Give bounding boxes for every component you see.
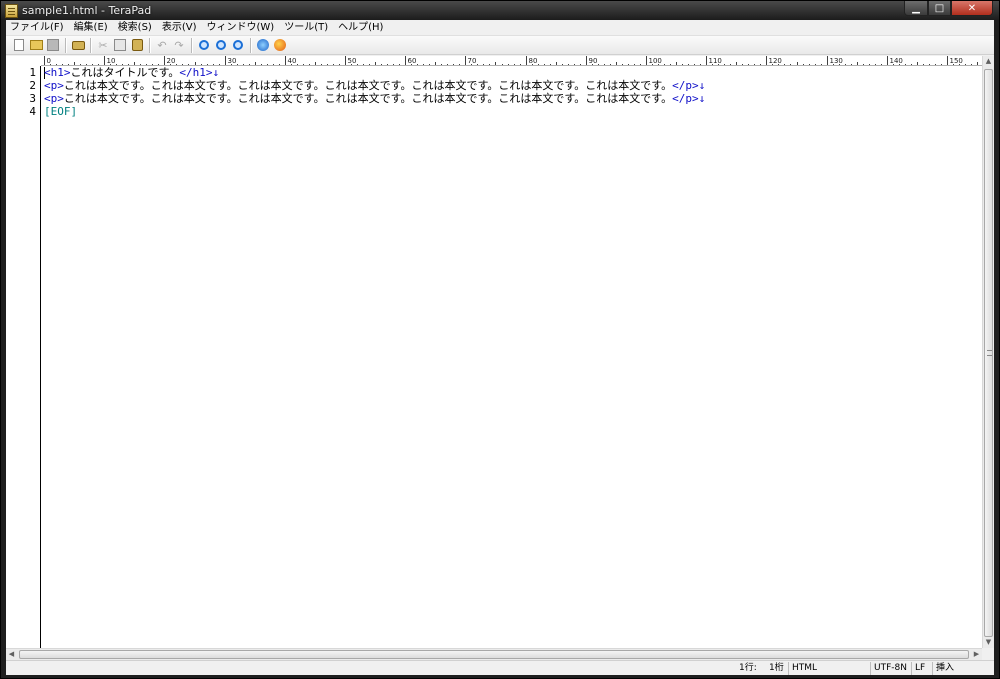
- html-tag: <p>: [44, 79, 64, 92]
- ie-browser-icon[interactable]: [255, 37, 271, 53]
- line-number: 1: [29, 66, 36, 79]
- ruler-label: 100: [649, 57, 662, 65]
- toolbar-separator: [191, 37, 192, 53]
- ruler-label: 10: [107, 57, 116, 65]
- ruler-label: 70: [468, 57, 477, 65]
- text-area[interactable]: <h1>これはタイトルです。</h1>↓ <p>これは本文です。これは本文です。…: [44, 66, 982, 648]
- menu-help[interactable]: ヘルプ(H): [333, 20, 388, 36]
- close-button[interactable]: ✕: [951, 1, 993, 16]
- newline-mark: ↓: [698, 92, 706, 105]
- client-area: ファイル(F) 編集(E) 検索(S) 表示(V) ウィンドウ(W) ツール(T…: [6, 20, 994, 675]
- status-bar: 1行: 1桁 HTML UTF-8N LF 挿入: [6, 660, 994, 675]
- scroll-down-arrow-icon[interactable]: ▼: [983, 637, 994, 648]
- horizontal-scroll-thumb[interactable]: [19, 650, 969, 659]
- ruler-label: 40: [288, 57, 297, 65]
- redo-icon[interactable]: ↷: [171, 37, 187, 53]
- status-encoding: UTF-8N: [870, 662, 907, 675]
- paste-icon[interactable]: [129, 37, 145, 53]
- scroll-up-arrow-icon[interactable]: ▲: [983, 56, 994, 67]
- vertical-scrollbar[interactable]: ▲ ▼: [982, 56, 994, 648]
- ruler-label: 150: [950, 57, 963, 65]
- window-controls: ▁ □ ✕: [904, 1, 993, 16]
- ruler-label: 80: [529, 57, 538, 65]
- code-line[interactable]: <p>これは本文です。これは本文です。これは本文です。これは本文です。これは本文…: [44, 92, 705, 105]
- ruler-ticks: 0 10 20 30 40 50 60 70 80 90 100 110 120 130 140 150: [44, 56, 978, 65]
- code-line[interactable]: <h1>これはタイトルです。</h1>↓: [44, 66, 219, 79]
- html-tag: <p>: [44, 92, 64, 105]
- menu-view[interactable]: 表示(V): [157, 20, 202, 36]
- toolbar-separator: [149, 37, 150, 53]
- column-ruler: 0 10 20 30 40 50 60 70 80 90 100 110 120 130 140 150: [41, 56, 982, 66]
- status-insert-mode: 挿入: [932, 662, 954, 675]
- toolbar: ✂ ↶ ↷: [6, 36, 994, 55]
- scroll-left-arrow-icon[interactable]: ◀: [6, 649, 17, 660]
- horizontal-scrollbar[interactable]: ◀ ▶: [6, 648, 982, 660]
- cut-icon[interactable]: ✂: [95, 37, 111, 53]
- copy-icon[interactable]: [112, 37, 128, 53]
- toolbar-separator: [250, 37, 251, 53]
- terapad-window: sample1.html - TeraPad ▁ □ ✕ ファイル(F) 編集(…: [0, 0, 1000, 679]
- save-icon[interactable]: [45, 37, 61, 53]
- ruler-label: 20: [167, 57, 176, 65]
- find-prev-icon[interactable]: [230, 37, 246, 53]
- toolbar-separator: [90, 37, 91, 53]
- menu-search[interactable]: 検索(S): [113, 20, 157, 36]
- html-tag: </h1>: [179, 66, 213, 79]
- ruler-label: 110: [709, 57, 722, 65]
- editor-pane[interactable]: 0 10 20 30 40 50 60 70 80 90 100 110 120 130 140 150 1 …: [6, 56, 994, 660]
- find-icon[interactable]: [196, 37, 212, 53]
- undo-icon[interactable]: ↶: [154, 37, 170, 53]
- minimize-button[interactable]: ▁: [904, 1, 928, 16]
- ruler-label: 0: [47, 57, 51, 65]
- ruler-label: 140: [890, 57, 903, 65]
- scrollbar-corner: [982, 648, 994, 660]
- status-line: 1行:: [739, 663, 757, 673]
- title-bar[interactable]: sample1.html - TeraPad ▁ □ ✕: [1, 1, 999, 20]
- line-text: これはタイトルです。: [70, 66, 180, 79]
- code-line[interactable]: <p>これは本文です。これは本文です。これは本文です。これは本文です。これは本文…: [44, 79, 705, 92]
- eof-marker: [EOF]: [44, 105, 78, 118]
- html-tag: <h1>: [44, 66, 71, 79]
- status-linebreak: LF: [911, 662, 925, 675]
- print-icon[interactable]: [70, 37, 86, 53]
- line-text: これは本文です。これは本文です。これは本文です。これは本文です。これは本文です。…: [63, 92, 673, 105]
- ruler-label: 130: [830, 57, 843, 65]
- menu-bar: ファイル(F) 編集(E) 検索(S) 表示(V) ウィンドウ(W) ツール(T…: [6, 20, 994, 36]
- line-number-gutter: 1 2 3 4: [6, 66, 41, 648]
- line-text: これは本文です。これは本文です。これは本文です。これは本文です。これは本文です。…: [63, 79, 673, 92]
- menu-tools[interactable]: ツール(T): [279, 20, 333, 36]
- window-title: sample1.html - TeraPad: [22, 4, 152, 17]
- newline-mark: ↓: [212, 66, 220, 79]
- line-number: 2: [29, 79, 36, 92]
- status-mode: HTML: [788, 662, 817, 675]
- code-line[interactable]: [EOF]: [44, 105, 77, 118]
- find-next-icon[interactable]: [213, 37, 229, 53]
- line-number: 4: [29, 105, 36, 118]
- status-column: 1桁: [769, 663, 784, 673]
- html-tag: </p>: [672, 92, 699, 105]
- toolbar-separator: [65, 37, 66, 53]
- ruler-label: 60: [408, 57, 417, 65]
- terapad-app-icon[interactable]: [5, 3, 18, 18]
- new-file-icon[interactable]: [11, 37, 27, 53]
- newline-mark: ↓: [698, 79, 706, 92]
- menu-edit[interactable]: 編集(E): [69, 20, 113, 36]
- ruler-label: 90: [589, 57, 598, 65]
- ruler-label: 50: [348, 57, 357, 65]
- scroll-right-arrow-icon[interactable]: ▶: [971, 649, 982, 660]
- html-tag: </p>: [672, 79, 699, 92]
- maximize-button[interactable]: □: [928, 1, 951, 16]
- open-folder-icon[interactable]: [28, 37, 44, 53]
- ruler-label: 120: [769, 57, 782, 65]
- line-number: 3: [29, 92, 36, 105]
- menu-window[interactable]: ウィンドウ(W): [202, 20, 280, 36]
- firefox-browser-icon[interactable]: [272, 37, 288, 53]
- vertical-scroll-thumb[interactable]: [984, 69, 993, 637]
- menu-file[interactable]: ファイル(F): [6, 20, 69, 36]
- ruler-label: 30: [228, 57, 237, 65]
